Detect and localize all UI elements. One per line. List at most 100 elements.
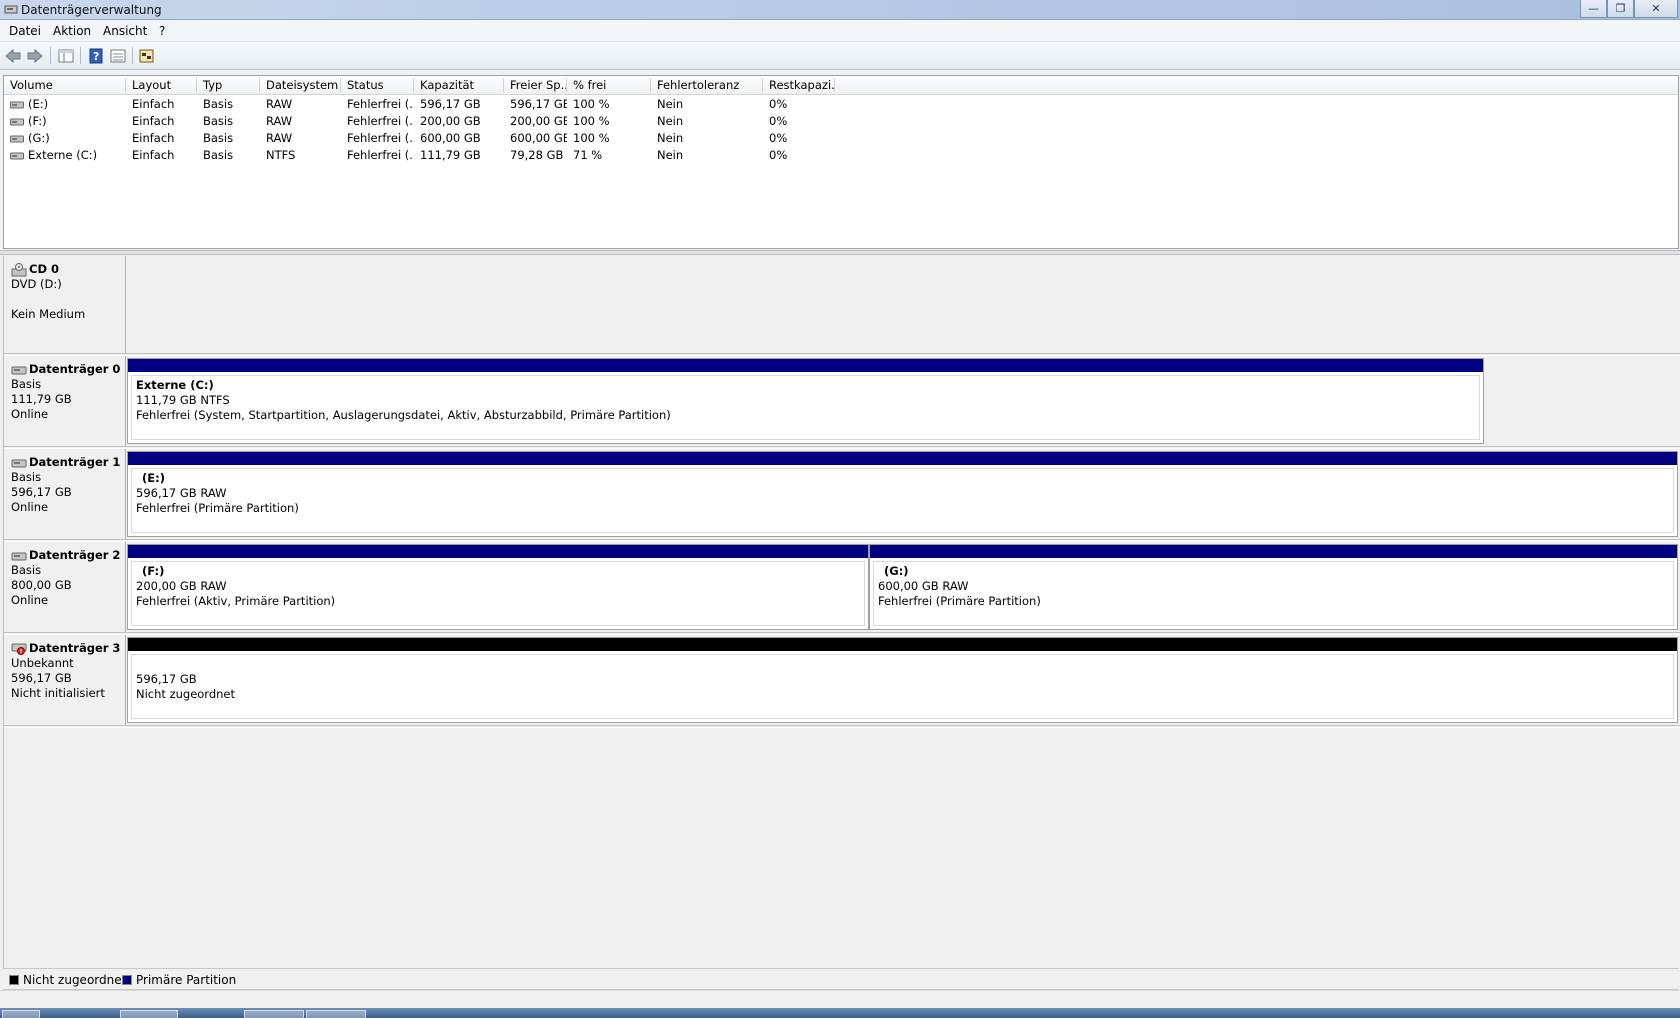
console-tree-icon[interactable]	[57, 47, 75, 64]
unallocated-space[interactable]: 596,17 GB Nicht zugeordnet	[127, 637, 1678, 723]
table-row[interactable]: (E:) Einfach Basis RAW Fehlerfrei (... 5…	[4, 95, 1678, 112]
col-restkapazitaet[interactable]: Restkapazi...	[763, 78, 835, 92]
col-fehlertoleranz[interactable]: Fehlertoleranz	[651, 78, 763, 92]
cell-typ: Basis	[203, 114, 234, 128]
legend-unallocated-swatch	[9, 975, 19, 985]
cell-restkapazitaet: 0%	[769, 148, 788, 162]
restore-button[interactable]: ❐	[1607, 0, 1634, 18]
cell-fehlertoleranz: Nein	[657, 148, 684, 162]
partition-g[interactable]: (G:) 600,00 GB RAW Fehlerfrei (Primäre P…	[869, 544, 1678, 630]
cell-dateisystem: NTFS	[266, 148, 296, 162]
legend: Nicht zugeordnet Primäre Partition	[3, 968, 1679, 990]
table-row[interactable]: (F:) Einfach Basis RAW Fehlerfrei (... 2…	[4, 112, 1678, 129]
menu-aktion[interactable]: Aktion	[53, 24, 91, 38]
disk-status: Online	[11, 407, 49, 421]
cell-dateisystem: RAW	[266, 114, 293, 128]
cell-restkapazitaet: 0%	[769, 114, 788, 128]
primary-partition-bar	[128, 359, 1483, 372]
disk-media-status: Kein Medium	[11, 307, 86, 321]
disk-type: Basis	[11, 470, 42, 484]
partition-e[interactable]: (E:) 596,17 GB RAW Fehlerfrei (Primäre P…	[127, 451, 1678, 537]
menu-datei[interactable]: Datei	[9, 24, 41, 38]
col-typ[interactable]: Typ	[197, 78, 260, 92]
hard-disk-icon	[11, 366, 27, 374]
disk-drive-letter: DVD (D:)	[11, 277, 62, 291]
disk-type: Basis	[11, 563, 42, 577]
forward-icon[interactable]	[26, 47, 44, 64]
cell-kapazitaet: 596,17 GB	[420, 97, 481, 111]
properties-icon[interactable]	[138, 47, 156, 64]
cell-volume: Externe (C:)	[28, 148, 98, 162]
disk-size: 800,00 GB	[11, 578, 72, 592]
disk-name: Datenträger 0	[29, 362, 121, 376]
disk-size: 596,17 GB	[11, 671, 72, 685]
partition-c[interactable]: Externe (C:) 111,79 GB NTFS Fehlerfrei (…	[127, 358, 1484, 444]
partition-f[interactable]: (F:) 200,00 GB RAW Fehlerfrei (Aktiv, Pr…	[127, 544, 869, 630]
menu-help[interactable]: ?	[159, 24, 165, 38]
pane-splitter[interactable]	[0, 250, 1680, 255]
cell-status: Fehlerfrei (...	[347, 131, 414, 145]
cell-layout: Einfach	[132, 148, 175, 162]
cell-freier-speicher: 200,00 GB	[510, 114, 567, 128]
disk-label-0[interactable]: Datenträger 0 Basis 111,79 GB Online	[4, 356, 126, 446]
disk-name: Datenträger 1	[29, 455, 121, 469]
disk-type: Unbekannt	[11, 656, 74, 670]
disk-size: 111,79 GB	[11, 392, 72, 406]
unallocated-status: Nicht zugeordnet	[136, 687, 236, 701]
taskbar-button[interactable]	[306, 1010, 366, 1018]
taskbar-button[interactable]	[120, 1010, 178, 1018]
disk-size: 596,17 GB	[11, 485, 72, 499]
cell-prozent-frei: 71 %	[573, 148, 603, 162]
disk-type: Basis	[11, 377, 42, 391]
legend-primary-label: Primäre Partition	[136, 973, 237, 987]
help-icon[interactable]: ?	[87, 47, 105, 64]
cell-restkapazitaet: 0%	[769, 131, 788, 145]
status-bar	[0, 990, 1680, 1008]
col-volume[interactable]: Volume	[4, 78, 126, 92]
taskbar-button[interactable]	[244, 1010, 304, 1018]
disk-label-2[interactable]: Datenträger 2 Basis 800,00 GB Online	[4, 542, 126, 632]
disk-name: Datenträger 2	[29, 548, 121, 562]
close-button[interactable]: ✕	[1634, 0, 1678, 18]
disk-label-cd0[interactable]: CD 0 DVD (D:) Kein Medium	[4, 256, 126, 353]
unallocated-bar	[128, 638, 1677, 651]
back-icon[interactable]	[4, 47, 22, 64]
cell-prozent-frei: 100 %	[573, 97, 610, 111]
cell-freier-speicher: 596,17 GB	[510, 97, 567, 111]
disk-label-3[interactable]: Datenträger 3 Unbekannt 596,17 GB Nicht …	[4, 635, 126, 725]
col-layout[interactable]: Layout	[126, 78, 197, 92]
disk-name: Datenträger 3	[29, 641, 121, 655]
partition-size: 111,79 GB NTFS	[136, 393, 230, 407]
drive-icon	[10, 101, 24, 108]
volume-list[interactable]: Volume Layout Typ Dateisystem Status Kap…	[3, 75, 1679, 249]
disk-2: Datenträger 2 Basis 800,00 GB Online (F:…	[4, 542, 1680, 632]
cell-layout: Einfach	[132, 114, 175, 128]
cell-status: Fehlerfrei (...	[347, 97, 414, 111]
start-button[interactable]	[2, 1010, 40, 1018]
cell-volume: (G:)	[28, 131, 50, 145]
col-dateisystem[interactable]: Dateisystem	[260, 78, 341, 92]
menu-ansicht[interactable]: Ansicht	[103, 24, 147, 38]
cell-status: Fehlerfrei (...	[347, 148, 414, 162]
unallocated-size: 596,17 GB	[136, 672, 197, 686]
drive-icon	[10, 152, 24, 159]
list-view-icon[interactable]	[109, 47, 127, 64]
disk-3: Datenträger 3 Unbekannt 596,17 GB Nicht …	[4, 635, 1680, 725]
table-row[interactable]: Externe (C:) Einfach Basis NTFS Fehlerfr…	[4, 146, 1678, 163]
disk-label-1[interactable]: Datenträger 1 Basis 596,17 GB Online	[4, 449, 126, 539]
disk-status: Online	[11, 500, 49, 514]
col-status[interactable]: Status	[341, 78, 414, 92]
partition-title: (G:)	[884, 564, 909, 578]
col-kapazitaet[interactable]: Kapazität	[414, 78, 504, 92]
minimize-button[interactable]: —	[1580, 0, 1607, 18]
table-row[interactable]: (G:) Einfach Basis RAW Fehlerfrei (... 6…	[4, 129, 1678, 146]
partition-title: Externe (C:)	[136, 378, 214, 392]
taskbar	[0, 1008, 1680, 1018]
hard-disk-icon	[11, 459, 27, 467]
col-prozent-frei[interactable]: % frei	[567, 78, 651, 92]
cell-prozent-frei: 100 %	[573, 114, 610, 128]
cell-freier-speicher: 79,28 GB	[510, 148, 564, 162]
cell-kapazitaet: 111,79 GB	[420, 148, 481, 162]
hard-disk-icon	[11, 552, 27, 560]
col-freier-speicher[interactable]: Freier Sp...	[504, 78, 567, 92]
